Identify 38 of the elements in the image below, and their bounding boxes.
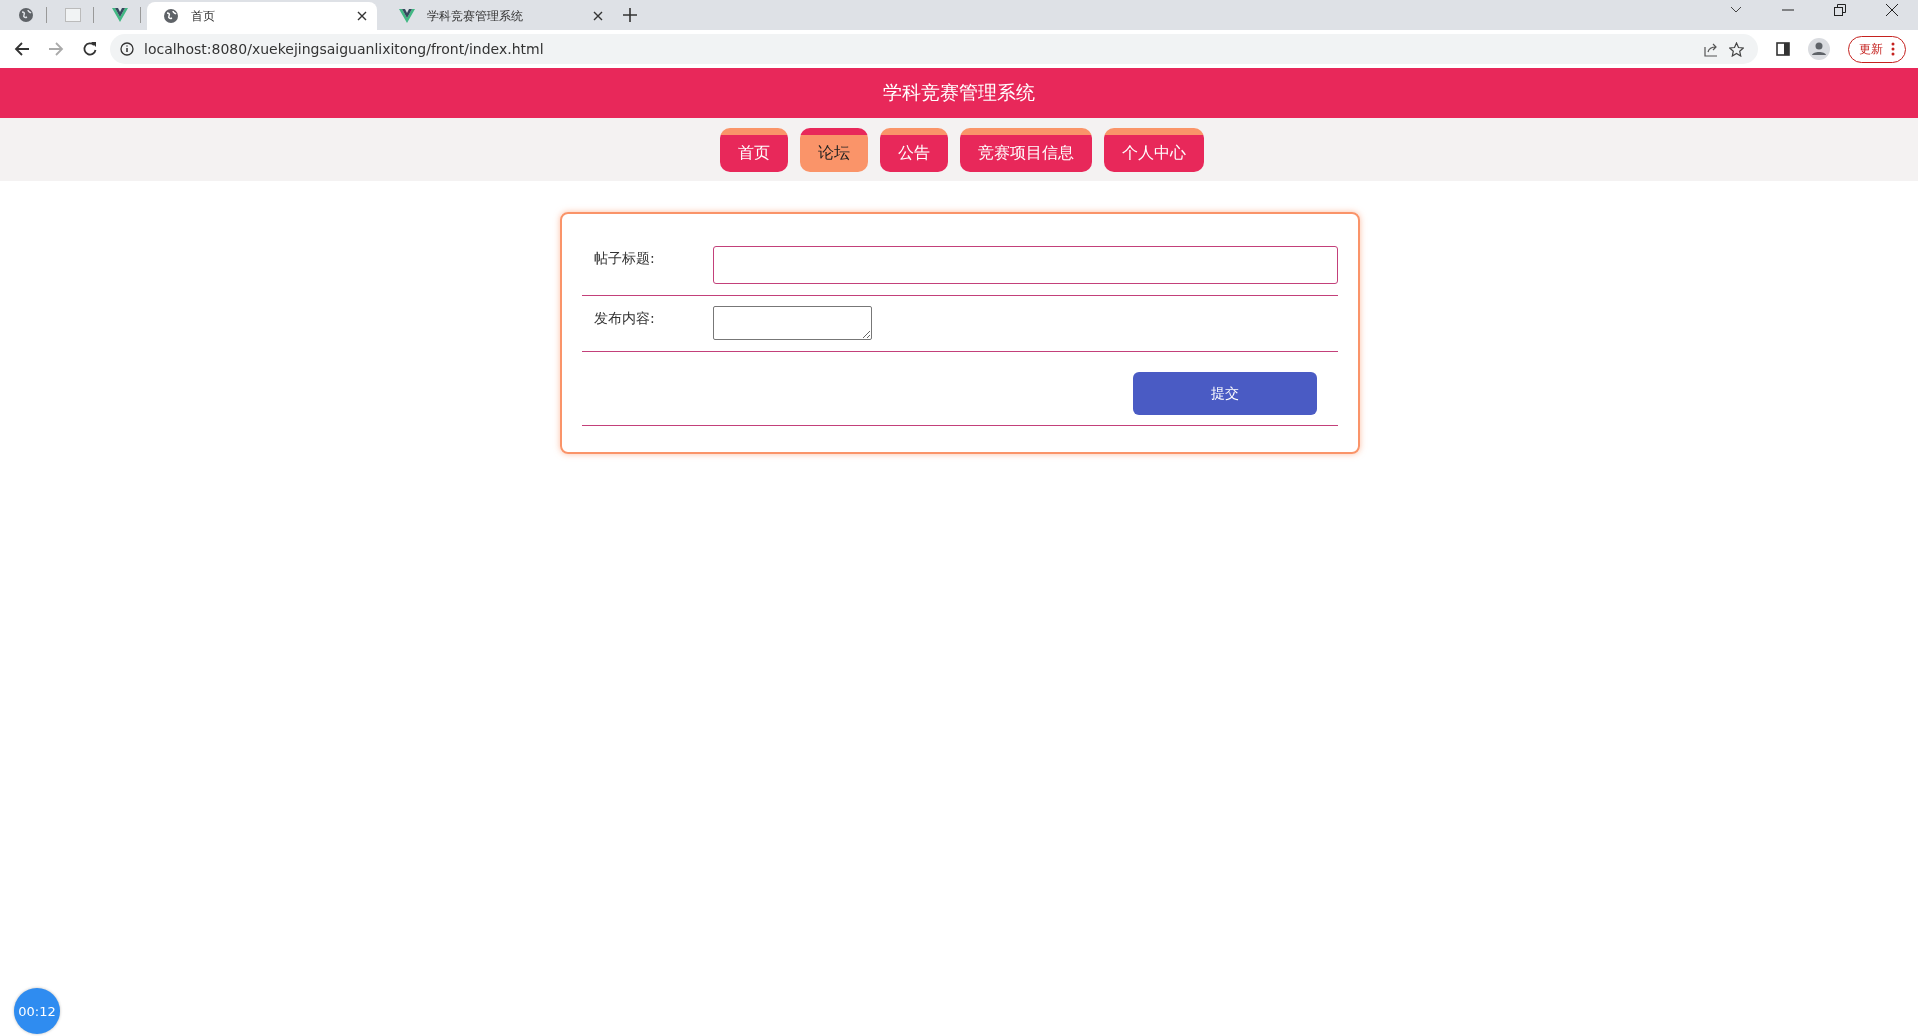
info-icon <box>120 42 134 56</box>
tab-title: 首页 <box>191 7 216 25</box>
side-panel-icon[interactable] <box>1776 42 1790 56</box>
close-icon[interactable] <box>357 11 367 21</box>
submit-button[interactable]: 提交 <box>1133 372 1317 415</box>
restore-icon[interactable] <box>1834 4 1846 16</box>
new-tab-icon[interactable] <box>623 8 637 22</box>
browser-tab[interactable]: 首页 <box>147 2 377 30</box>
globe-icon <box>18 7 34 23</box>
share-icon[interactable] <box>1704 41 1719 57</box>
chevron-down-icon[interactable] <box>1730 6 1742 14</box>
content-textarea[interactable] <box>713 306 872 340</box>
v-logo-icon <box>112 8 128 22</box>
back-icon[interactable] <box>14 41 30 57</box>
page-icon <box>65 8 81 22</box>
nav-button[interactable]: 论坛 <box>800 127 868 172</box>
browser-tab[interactable]: 学科竞赛管理系统 <box>383 2 613 30</box>
globe-icon <box>163 8 179 24</box>
reload-icon[interactable] <box>82 41 98 57</box>
title-input[interactable] <box>712 246 1338 284</box>
address-bar[interactable]: localhost:8080/xuekejingsaiguanlixitong/front/index.html <box>110 34 1758 64</box>
url-text: localhost:8080/xuekejingsaiguanlixitong/front/index.html <box>144 41 544 57</box>
star-icon[interactable] <box>1729 41 1744 57</box>
nav-button[interactable]: 个人中心 <box>1104 127 1204 172</box>
nav-button[interactable]: 竞赛项目信息 <box>960 127 1092 172</box>
field-label: 帖子标题: <box>593 249 656 268</box>
close-icon[interactable] <box>1886 4 1898 16</box>
more-icon <box>1891 42 1895 56</box>
site-title: 学科竞赛管理系统 <box>883 80 1035 105</box>
v-logo-icon <box>399 9 415 23</box>
profile-icon[interactable] <box>1808 38 1830 60</box>
close-icon[interactable] <box>593 11 603 21</box>
field-label: 发布内容: <box>593 309 656 328</box>
tab-title: 学科竞赛管理系统 <box>427 7 524 25</box>
timer-badge: 00:12 <box>14 988 60 1034</box>
nav-button[interactable]: 公告 <box>880 127 948 172</box>
update-button[interactable]: 更新 <box>1848 35 1906 63</box>
nav-button[interactable]: 首页 <box>720 127 788 172</box>
